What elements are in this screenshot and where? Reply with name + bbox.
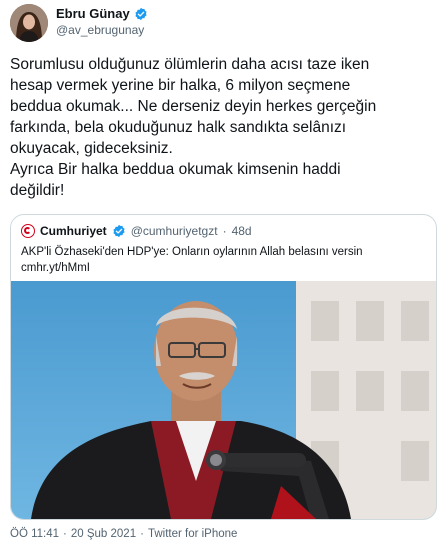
verified-badge-icon <box>112 224 126 238</box>
quote-text: AKP'li Özhaseki'den HDP'ye: Onların oyla… <box>21 244 426 276</box>
quote-author-name: Cumhuriyet <box>40 224 107 238</box>
tweet-text: Sorumlusu olduğunuz ölümlerin daha acısı… <box>10 54 440 201</box>
cumhuriyet-logo-icon <box>21 224 35 238</box>
quoted-tweet[interactable]: Cumhuriyet @cumhuriyetgzt · 48d AKP'li Ö… <box>10 214 437 520</box>
tweet-line: Sorumlusu olduğunuz ölümlerin daha acısı… <box>10 56 370 73</box>
verified-badge-icon <box>134 7 148 21</box>
separator-dot: · <box>140 528 144 540</box>
tweet-meta: ÖÖ 11:41 · 20 Şub 2021 · Twitter for iPh… <box>10 528 237 540</box>
tweet-line: okuyacak, gideceksiniz. <box>10 140 173 157</box>
quote-photo[interactable] <box>11 281 436 519</box>
author-name[interactable]: Ebru Günay <box>56 6 130 21</box>
quote-link[interactable]: cmhr.yt/hMmI <box>21 260 426 276</box>
tweet-date[interactable]: 20 Şub 2021 <box>71 528 136 540</box>
tweet-line: beddua okumak... Ne derseniz deyin herke… <box>10 98 377 115</box>
tweet-line: değildir! <box>10 182 65 199</box>
tweet-line: hesap vermek yerine bir halka, 6 milyon … <box>10 77 351 94</box>
separator-dot: · <box>63 528 67 540</box>
tweet: Ebru Günay @av_ebrugunay Sorumlusu olduğ… <box>0 0 448 545</box>
tweet-line: Ayrıca Bir halka beddua okumak kimsenin … <box>10 161 341 178</box>
tweet-source[interactable]: Twitter for iPhone <box>148 528 237 540</box>
tweet-line: farkında, bela okuduğunuz halk sandıkta … <box>10 119 347 136</box>
quote-header: Cumhuriyet @cumhuriyetgzt · 48d <box>21 224 252 238</box>
quote-timestamp: 48d <box>231 224 252 238</box>
author-info: Ebru Günay @av_ebrugunay <box>56 6 148 37</box>
quote-text-line: AKP'li Özhaseki'den HDP'ye: Onların oyla… <box>21 246 363 258</box>
author-handle[interactable]: @av_ebrugunay <box>56 23 148 37</box>
tweet-time[interactable]: ÖÖ 11:41 <box>10 528 59 540</box>
quote-author-handle: @cumhuriyetgzt <box>130 224 218 238</box>
avatar[interactable] <box>10 4 48 42</box>
separator-dot: · <box>222 224 227 238</box>
